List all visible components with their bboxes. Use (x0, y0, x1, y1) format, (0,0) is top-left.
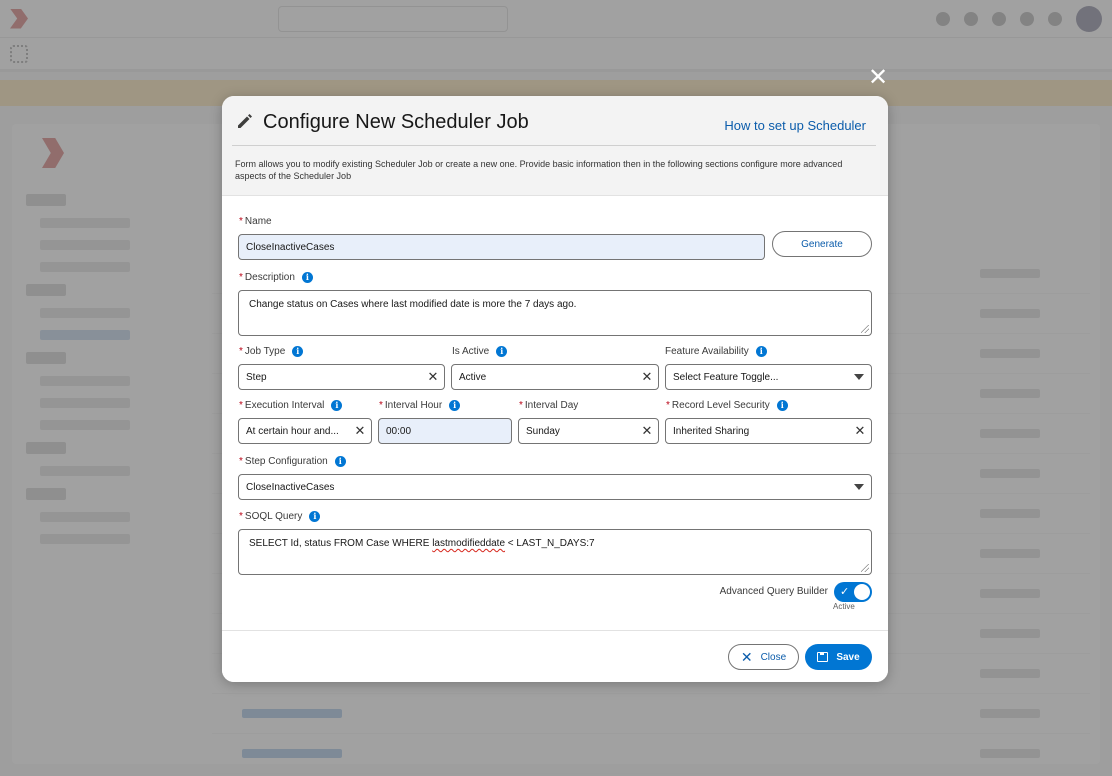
is-active-label: Is Active i (452, 346, 508, 357)
clear-icon[interactable]: ✕ (349, 419, 371, 443)
save-button-label: Save (836, 651, 860, 663)
resize-handle[interactable] (861, 325, 869, 333)
chevron-down-icon[interactable] (847, 484, 871, 490)
record-level-security-label: * Record Level Security i (666, 400, 788, 411)
modal-title: Configure New Scheduler Job (263, 111, 529, 133)
job-type-label-text: Job Type (244, 346, 286, 357)
soql-query-label: * SOQL Query i (239, 511, 321, 522)
description-label-text: Description (244, 272, 295, 283)
feature-availability-select[interactable]: Select Feature Toggle... (665, 364, 872, 390)
modal-description: Form allows you to modify existing Sched… (235, 159, 843, 181)
scheduler-job-modal: Configure New Scheduler Job How to set u… (222, 96, 888, 682)
required-marker: * (239, 272, 243, 283)
interval-day-label: * Interval Day (519, 400, 578, 411)
step-configuration-label: * Step Configuration i (239, 456, 346, 467)
close-button[interactable]: ✕ Close (728, 644, 799, 670)
record-level-security-select[interactable]: Inherited Sharing ✕ (665, 418, 872, 444)
feature-availability-placeholder: Select Feature Toggle... (673, 371, 779, 383)
execution-interval-label-text: Execution Interval (244, 400, 325, 411)
modal-footer: ✕ Close Save (222, 630, 888, 682)
help-link[interactable]: How to set up Scheduler (724, 118, 866, 133)
record-level-security-label-text: Record Level Security (671, 400, 770, 411)
soql-query-text-end: < LAST_N_DAYS:7 (505, 538, 595, 549)
close-icon: ✕ (740, 648, 753, 665)
name-label-text: Name (244, 216, 272, 227)
job-type-label: * Job Type i (239, 346, 304, 357)
info-icon[interactable]: i (331, 400, 343, 411)
advanced-query-builder-label: Advanced Query Builder (719, 586, 828, 597)
soql-query-misspelled-word: lastmodifieddate (432, 538, 506, 549)
advanced-query-builder-toggle[interactable]: ✓ (834, 582, 872, 602)
header-divider (232, 145, 876, 146)
modal-close-icon[interactable]: ✕ (866, 66, 890, 91)
toggle-knob (854, 584, 870, 600)
name-input[interactable]: CloseInactiveCases (238, 234, 765, 260)
is-active-select[interactable]: Active ✕ (451, 364, 659, 390)
name-label: * Name (239, 216, 272, 227)
interval-hour-input[interactable]: 00:00 (378, 418, 512, 444)
feature-availability-label: Feature Availability i (665, 346, 767, 357)
generate-button[interactable]: Generate (772, 231, 872, 257)
interval-hour-label-text: Interval Hour (384, 400, 443, 411)
info-icon[interactable]: i (449, 400, 461, 411)
interval-day-value: Sunday (526, 425, 560, 437)
required-marker: * (239, 456, 243, 467)
is-active-label-text: Is Active (452, 346, 490, 357)
required-marker: * (239, 400, 243, 411)
execution-interval-select[interactable]: At certain hour and... ✕ (238, 418, 372, 444)
step-configuration-value: CloseInactiveCases (246, 481, 335, 493)
execution-interval-value: At certain hour and... (246, 425, 339, 437)
save-icon (817, 652, 829, 662)
interval-hour-label: * Interval Hour i (379, 400, 461, 411)
save-button[interactable]: Save (805, 644, 872, 670)
feature-availability-label-text: Feature Availability (665, 346, 749, 357)
required-marker: * (239, 216, 243, 227)
check-icon: ✓ (840, 586, 850, 598)
info-icon[interactable]: i (755, 346, 767, 357)
soql-query-text-start: SELECT Id, status FROM Case WHERE (249, 538, 433, 549)
pencil-icon (238, 114, 252, 128)
interval-hour-value: 00:00 (386, 425, 412, 437)
is-active-value: Active (459, 371, 487, 383)
job-type-select[interactable]: Step ✕ (238, 364, 445, 390)
execution-interval-label: * Execution Interval i (239, 400, 343, 411)
step-configuration-label-text: Step Configuration (244, 456, 328, 467)
interval-day-label-text: Interval Day (524, 400, 579, 411)
info-icon[interactable]: i (292, 346, 304, 357)
required-marker: * (519, 400, 523, 411)
soql-query-textarea[interactable]: SELECT Id, status FROM Case WHERE lastmo… (238, 529, 872, 575)
close-button-label: Close (760, 651, 787, 663)
info-icon[interactable]: i (334, 456, 346, 467)
clear-icon[interactable]: ✕ (636, 419, 658, 443)
info-icon[interactable]: i (496, 346, 508, 357)
step-configuration-select[interactable]: CloseInactiveCases (238, 474, 872, 500)
info-icon[interactable]: i (776, 400, 788, 411)
required-marker: * (239, 511, 243, 522)
required-marker: * (666, 400, 670, 411)
name-value: CloseInactiveCases (246, 241, 335, 253)
job-type-value: Step (246, 371, 267, 383)
resize-handle[interactable] (861, 564, 869, 572)
chevron-down-icon[interactable] (847, 374, 871, 380)
clear-icon[interactable]: ✕ (849, 419, 871, 443)
description-label: * Description i (239, 272, 313, 283)
required-marker: * (239, 346, 243, 357)
description-value: Change status on Cases where last modifi… (249, 299, 577, 310)
modal-header: Configure New Scheduler Job How to set u… (222, 96, 888, 196)
toggle-state-text: Active (833, 602, 855, 611)
record-level-security-value: Inherited Sharing (673, 425, 750, 437)
description-textarea[interactable]: Change status on Cases where last modifi… (238, 290, 872, 336)
required-marker: * (379, 400, 383, 411)
soql-query-label-text: SOQL Query (244, 511, 303, 522)
info-icon[interactable]: i (301, 272, 313, 283)
clear-icon[interactable]: ✕ (636, 365, 658, 389)
clear-icon[interactable]: ✕ (422, 365, 444, 389)
interval-day-select[interactable]: Sunday ✕ (518, 418, 659, 444)
info-icon[interactable]: i (309, 511, 321, 522)
